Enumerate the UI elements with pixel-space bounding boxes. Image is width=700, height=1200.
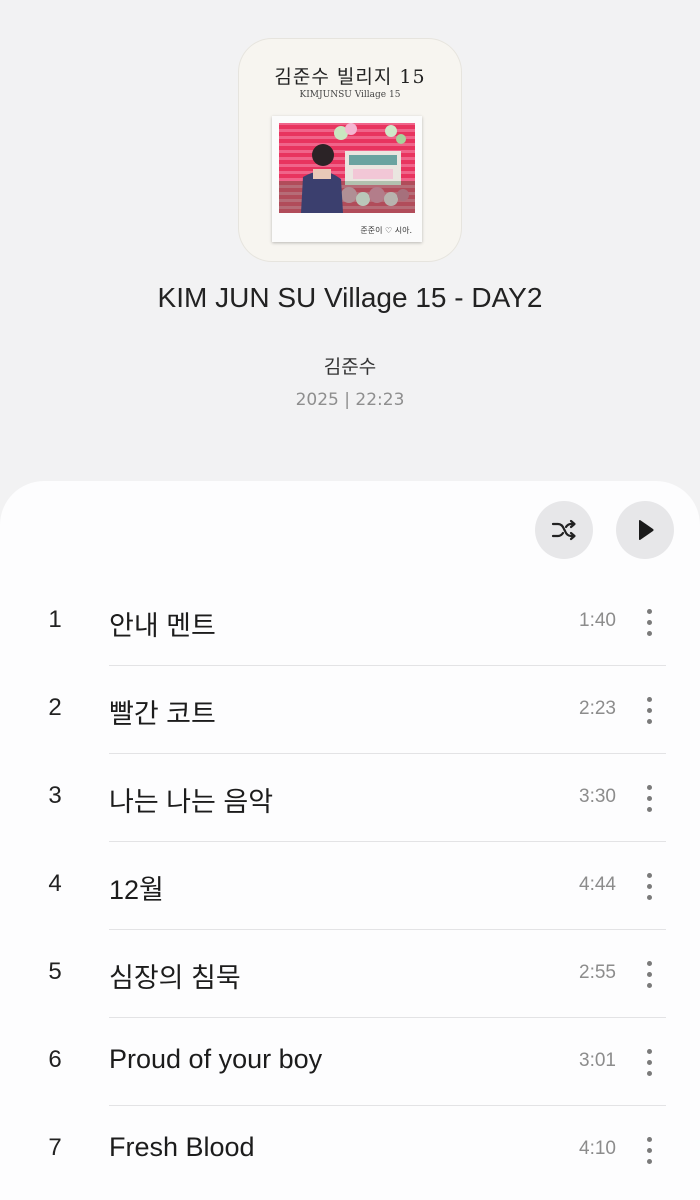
track-duration: 3:30 xyxy=(579,786,616,807)
cover-photo xyxy=(279,123,415,213)
more-options-icon[interactable] xyxy=(632,866,666,906)
track-duration: 4:44 xyxy=(579,874,616,895)
track-row[interactable]: 7 Fresh Blood 4:10 xyxy=(0,1106,700,1194)
album-title: KIM JUN SU Village 15 - DAY2 xyxy=(157,282,543,313)
track-duration: 4:10 xyxy=(579,1138,616,1159)
more-options-icon[interactable] xyxy=(632,1042,666,1082)
track-duration: 3:01 xyxy=(579,1050,616,1071)
album-cover[interactable]: 김준수 빌리지 15 KIMJUNSU Village 15 준준이 ♡ 시아. xyxy=(238,38,462,262)
shuffle-icon xyxy=(551,519,576,541)
track-row[interactable]: 3 나는 나는 음악 3:30 xyxy=(0,754,700,842)
track-duration: 2:23 xyxy=(579,698,616,719)
track-duration: 1:40 xyxy=(579,610,616,631)
more-options-icon[interactable] xyxy=(632,954,666,994)
shuffle-button[interactable] xyxy=(535,501,593,559)
more-options-icon[interactable] xyxy=(632,690,666,730)
play-icon xyxy=(639,520,654,540)
cover-polaroid: 준준이 ♡ 시아. xyxy=(272,116,422,242)
track-title: Proud of your boy xyxy=(109,1044,323,1074)
track-duration: 2:55 xyxy=(579,962,616,983)
track-title: Fresh Blood xyxy=(109,1132,255,1162)
more-options-icon[interactable] xyxy=(632,778,666,818)
track-number: 3 xyxy=(48,782,62,809)
track-row[interactable]: 1 안내 멘트 1:40 xyxy=(0,578,700,666)
track-list: 1 안내 멘트 1:40 2 빨간 코트 2:23 3 나는 나는 음악 3:3… xyxy=(0,578,700,1194)
cover-subtitle: KIMJUNSU Village 15 xyxy=(299,90,401,100)
more-options-icon[interactable] xyxy=(632,1130,666,1170)
more-options-icon[interactable] xyxy=(632,602,666,642)
album-artist[interactable]: 김준수 xyxy=(0,352,700,379)
track-number: 4 xyxy=(48,870,62,897)
track-number: 6 xyxy=(48,1046,62,1073)
track-row[interactable]: 5 심장의 침묵 2:55 xyxy=(0,930,700,1018)
track-title: 나는 나는 음악 xyxy=(109,787,274,817)
play-button[interactable] xyxy=(616,501,674,559)
track-title: 12월 xyxy=(109,875,164,905)
track-row[interactable]: 4 12월 4:44 xyxy=(0,842,700,930)
track-title: 안내 멘트 xyxy=(109,611,216,641)
track-row[interactable]: 6 Proud of your boy 3:01 xyxy=(0,1018,700,1106)
track-number: 1 xyxy=(48,606,62,633)
album-header: 김준수 빌리지 15 KIMJUNSU Village 15 준준이 ♡ 시아.… xyxy=(0,0,700,500)
track-row[interactable]: 2 빨간 코트 2:23 xyxy=(0,666,700,754)
track-number: 5 xyxy=(48,958,62,985)
track-number: 2 xyxy=(48,694,62,721)
album-meta: 2025 | 22:23 xyxy=(295,390,405,410)
polaroid-caption: 준준이 ♡ 시아. xyxy=(360,226,412,235)
track-number: 7 xyxy=(48,1134,62,1161)
track-title: 심장의 침묵 xyxy=(109,963,241,993)
track-title: 빨간 코트 xyxy=(109,699,216,729)
cover-title: 김준수 빌리지 15 xyxy=(274,66,426,88)
